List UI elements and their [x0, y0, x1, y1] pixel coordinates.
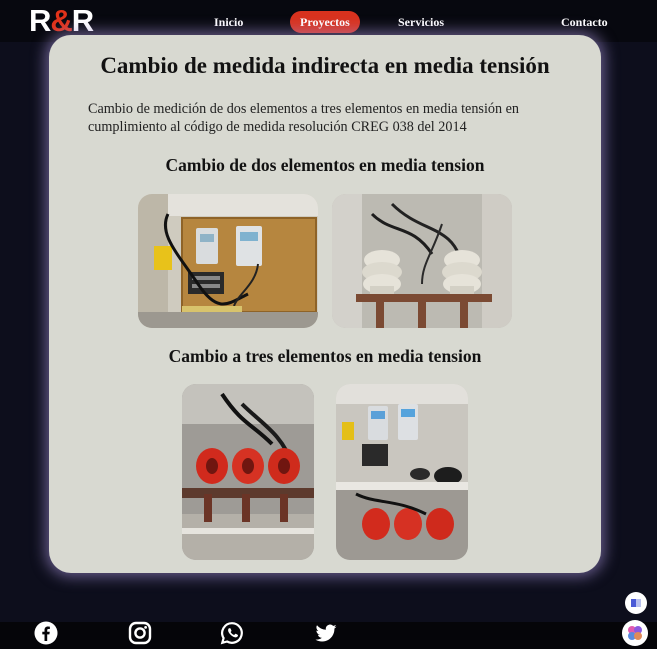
nav-link-inicio[interactable]: Inicio: [214, 11, 243, 33]
translate-icon: [631, 599, 641, 607]
translate-widget-button[interactable]: [625, 592, 647, 614]
photo-meters-and-cts: [336, 384, 468, 560]
logo-ampersand: &: [50, 3, 72, 38]
whatsapp-icon[interactable]: [218, 619, 246, 647]
section-title-three-elements: Cambio a tres elementos en media tension: [168, 346, 482, 366]
nav-link-contacto[interactable]: Contacto: [561, 11, 608, 33]
photo-three-element-cts: [182, 384, 314, 560]
page-title: Cambio de medida indirecta en media tens…: [100, 53, 550, 78]
logo-letter-right: R: [71, 3, 94, 38]
brand-logo[interactable]: R&R: [29, 3, 94, 39]
nav-link-servicios[interactable]: Servicios: [398, 11, 444, 33]
twitter-icon[interactable]: [312, 619, 340, 647]
nav-link-proyectos[interactable]: Proyectos: [290, 11, 360, 33]
photo-meters-board: [138, 194, 318, 328]
project-description: Cambio de medición de dos elementos a tr…: [88, 101, 520, 135]
facebook-icon[interactable]: [32, 619, 60, 647]
logo-letter-left: R: [29, 3, 51, 38]
assistant-widget-button[interactable]: [622, 620, 648, 646]
instagram-icon[interactable]: [126, 619, 154, 647]
project-card: Cambio de medida indirecta en media tens…: [49, 35, 601, 573]
assistant-icon: [628, 626, 642, 640]
photo-current-transformers: [332, 194, 512, 328]
section-title-two-elements: Cambio de dos elementos en media tension: [165, 155, 485, 175]
